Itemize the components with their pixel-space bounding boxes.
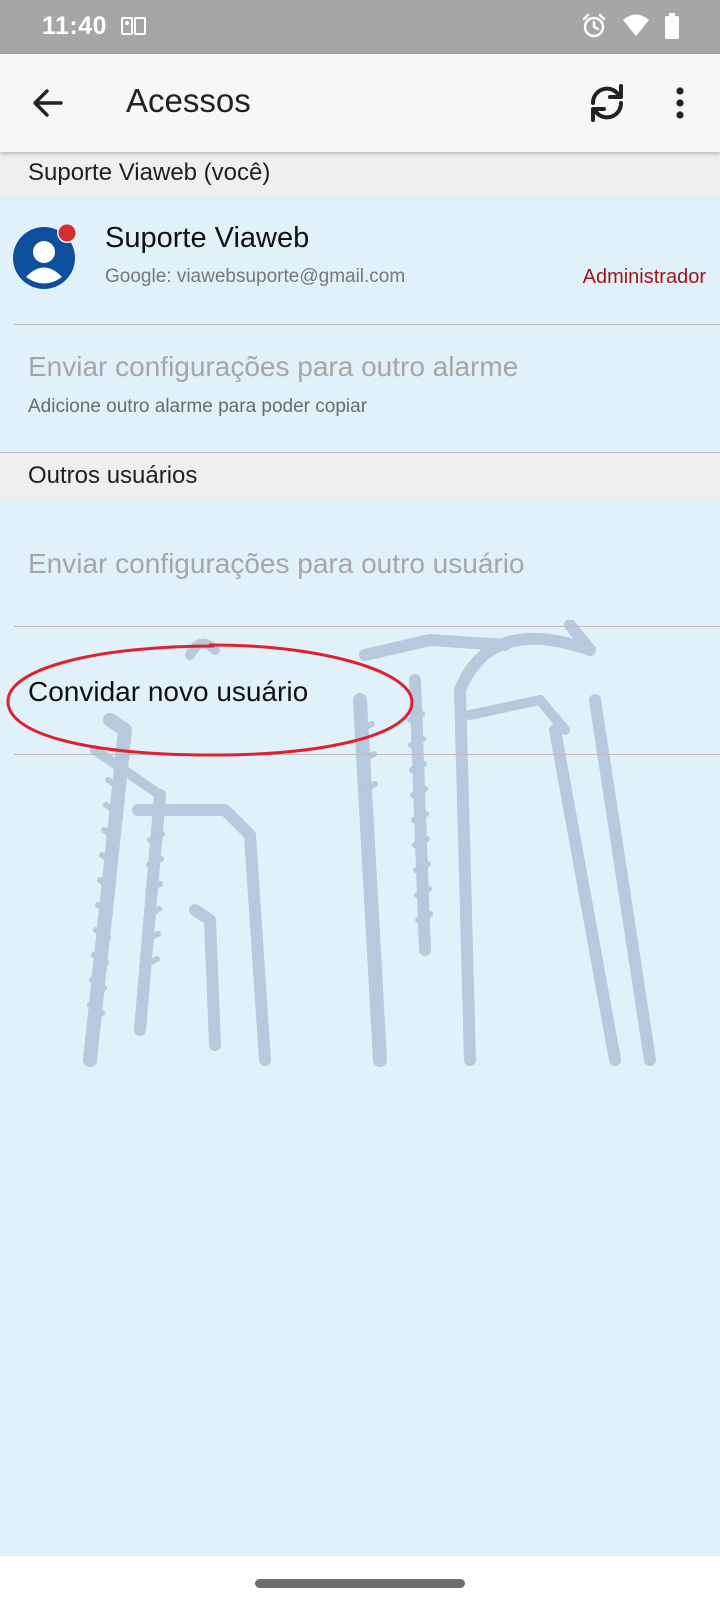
section-header-others: Outros usuários xyxy=(0,453,720,499)
more-options-button[interactable] xyxy=(658,76,702,130)
current-user-row[interactable]: Suporte Viaweb Google: viawebsuporte@gma… xyxy=(0,196,720,320)
invite-user-title: Convidar novo usuário xyxy=(28,676,309,707)
app-bar: Acessos xyxy=(0,54,720,152)
page-title: Acessos xyxy=(126,82,251,119)
arrow-left-icon xyxy=(33,89,63,117)
sync-icon xyxy=(590,84,624,122)
section-header-self: Suporte Viaweb (você) xyxy=(0,150,720,196)
account-circle-icon xyxy=(13,223,77,289)
divider xyxy=(14,324,720,325)
user-role: Administrador xyxy=(582,266,706,288)
send-config-alarm-subtitle: Adicione outro alarme para poder copiar xyxy=(28,396,368,417)
user-name: Suporte Viaweb xyxy=(105,222,310,254)
send-config-user-title: Enviar configurações para outro usuário xyxy=(28,548,525,579)
sync-button[interactable] xyxy=(580,76,634,130)
divider xyxy=(14,626,720,627)
user-email: Google: viawebsuporte@gmail.com xyxy=(105,266,406,287)
send-config-alarm-title: Enviar configurações para outro alarme xyxy=(28,351,519,382)
notification-badge xyxy=(58,224,76,242)
more-vertical-icon xyxy=(676,87,684,119)
divider xyxy=(14,754,720,755)
content: Suporte Viaweb (você) Suporte Viaweb Goo… xyxy=(0,0,720,1600)
back-button[interactable] xyxy=(22,77,74,129)
